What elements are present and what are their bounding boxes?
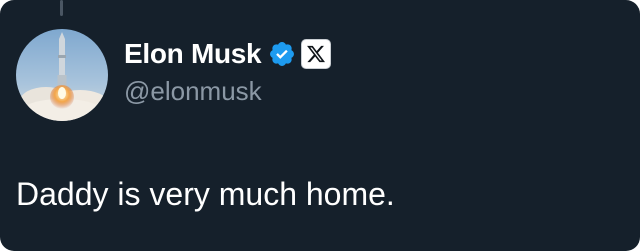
verified-badge-icon[interactable] [268, 40, 296, 68]
thread-connector-line [60, 0, 63, 16]
avatar[interactable] [16, 29, 108, 121]
tweet-text: Daddy is very much home. [16, 176, 395, 212]
name-row: Elon Musk [124, 36, 624, 72]
rocket-launch-avatar-icon [16, 29, 108, 121]
display-name[interactable]: Elon Musk [124, 36, 262, 72]
x-logo-icon[interactable] [301, 39, 332, 69]
user-handle[interactable]: @elonmusk [124, 74, 624, 108]
tweet-header: Elon Musk @elonmusk [124, 36, 624, 108]
tweet-card[interactable]: Elon Musk @elonmusk Daddy is very much h… [0, 0, 640, 251]
